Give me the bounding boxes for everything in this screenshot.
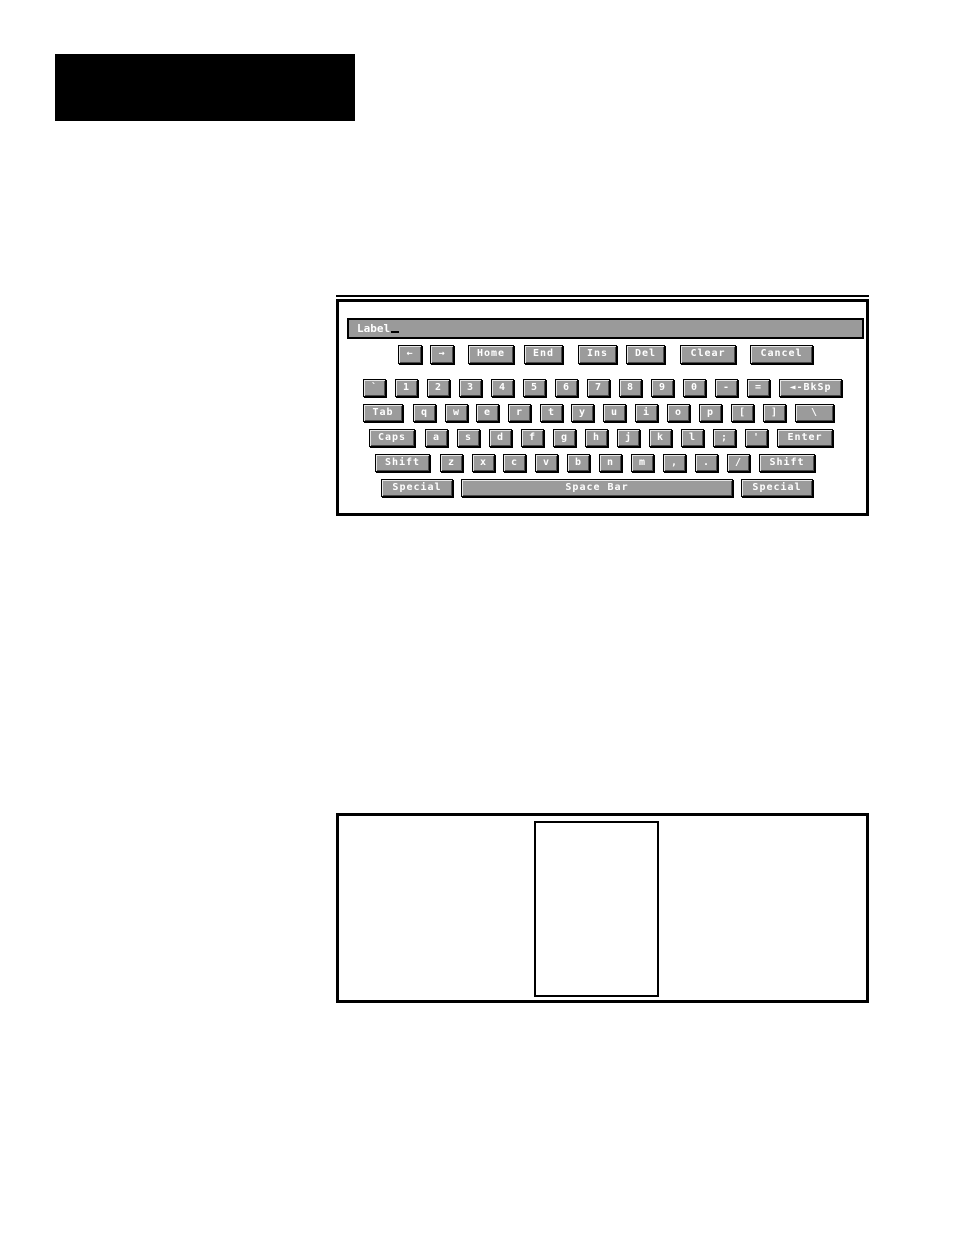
left-special-key[interactable]: Special [381,479,453,497]
key-l[interactable]: l [681,429,704,447]
right-special-key[interactable]: Special [741,479,813,497]
key-equals[interactable]: = [747,379,770,397]
key-6[interactable]: 6 [555,379,578,397]
key-comma[interactable]: , [663,454,686,472]
key-s[interactable]: s [457,429,480,447]
del-key[interactable]: Del [626,345,665,364]
space-bar-key[interactable]: Space Bar [461,479,733,497]
key-j[interactable]: j [617,429,640,447]
key-0[interactable]: 0 [683,379,706,397]
key-r[interactable]: r [508,404,531,422]
key-q[interactable]: q [413,404,436,422]
left-shift-key[interactable]: Shift [375,454,430,472]
key-m[interactable]: m [631,454,654,472]
key-g[interactable]: g [553,429,576,447]
key-left-bracket[interactable]: [ [731,404,754,422]
text-cursor [391,331,400,333]
right-arrow-key[interactable]: → [430,345,454,364]
key-o[interactable]: o [667,404,690,422]
cancel-key[interactable]: Cancel [750,345,813,364]
key-p[interactable]: p [699,404,722,422]
clear-key[interactable]: Clear [680,345,736,364]
key-u[interactable]: u [603,404,626,422]
key-c[interactable]: c [503,454,526,472]
key-h[interactable]: h [585,429,608,447]
key-caps[interactable]: Caps [369,429,415,447]
label-input[interactable]: Label [347,318,864,339]
key-2[interactable]: 2 [427,379,450,397]
key-e[interactable]: e [476,404,499,422]
backspace-key[interactable]: ◄-BkSp [779,379,842,397]
key-slash[interactable]: / [727,454,750,472]
header-bar [55,54,355,121]
key-backslash[interactable]: \ [795,404,834,422]
key-9[interactable]: 9 [651,379,674,397]
left-arrow-key[interactable]: ← [398,345,422,364]
key-v[interactable]: v [535,454,558,472]
key-semicolon[interactable]: ; [713,429,736,447]
preview-page [534,821,659,997]
key-tab[interactable]: Tab [363,404,403,422]
right-shift-key[interactable]: Shift [759,454,815,472]
key-backtick[interactable]: ` [363,379,386,397]
key-f[interactable]: f [521,429,544,447]
key-t[interactable]: t [540,404,563,422]
key-n[interactable]: n [599,454,622,472]
label-input-value: Label [357,322,391,335]
key-5[interactable]: 5 [523,379,546,397]
key-enter[interactable]: Enter [777,429,833,447]
key-y[interactable]: y [571,404,594,422]
key-x[interactable]: x [472,454,495,472]
key-d[interactable]: d [489,429,512,447]
key-z[interactable]: z [440,454,463,472]
key-4[interactable]: 4 [491,379,514,397]
key-7[interactable]: 7 [587,379,610,397]
key-period[interactable]: . [695,454,718,472]
key-k[interactable]: k [649,429,672,447]
key-a[interactable]: a [425,429,448,447]
key-i[interactable]: i [635,404,658,422]
key-1[interactable]: 1 [395,379,418,397]
key-minus[interactable]: - [715,379,738,397]
key-right-bracket[interactable]: ] [763,404,786,422]
ins-key[interactable]: Ins [578,345,617,364]
home-key[interactable]: Home [468,345,514,364]
end-key[interactable]: End [524,345,563,364]
key-b[interactable]: b [567,454,590,472]
key-8[interactable]: 8 [619,379,642,397]
key-w[interactable]: w [445,404,468,422]
key-3[interactable]: 3 [459,379,482,397]
dialog-top-rule [336,295,869,297]
key-apostrophe[interactable]: ' [745,429,768,447]
